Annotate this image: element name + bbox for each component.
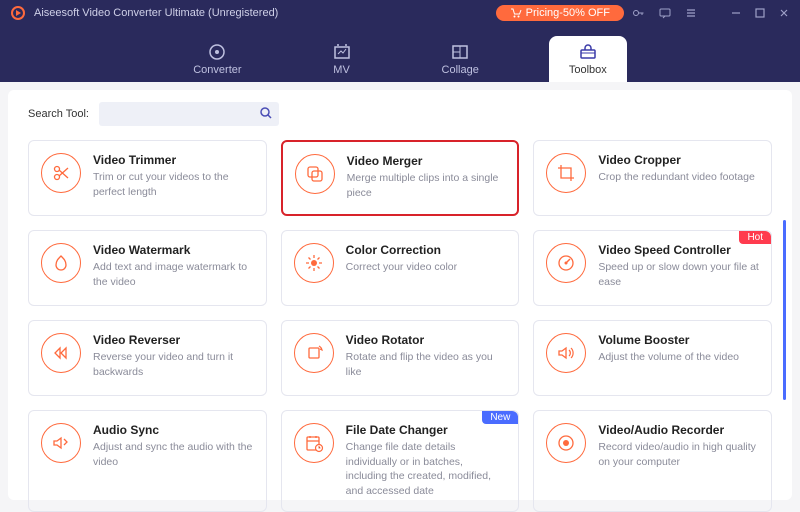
search-row: Search Tool: <box>28 102 772 126</box>
tab-collage[interactable]: Collage <box>422 36 499 82</box>
card-desc: Rotate and flip the video as you like <box>346 350 507 379</box>
card-body: Video Rotator Rotate and flip the video a… <box>346 333 507 383</box>
speed-icon <box>546 243 586 283</box>
tool-card-color[interactable]: Color Correction Correct your video color <box>281 230 520 306</box>
tab-label: Converter <box>193 64 241 76</box>
card-desc: Reverse your video and turn it backwards <box>93 350 254 379</box>
rotate-icon <box>294 333 334 373</box>
search-box <box>99 102 279 126</box>
tools-grid: Video Trimmer Trim or cut your videos to … <box>28 140 772 512</box>
search-input[interactable] <box>99 102 279 126</box>
card-body: Video Watermark Add text and image waterm… <box>93 243 254 293</box>
maximize-icon[interactable] <box>754 7 766 19</box>
card-body: Video Trimmer Trim or cut your videos to … <box>93 153 254 203</box>
pricing-label: Pricing-50% OFF <box>526 7 610 19</box>
search-icon[interactable] <box>259 106 273 125</box>
tool-card-watermark[interactable]: Video Watermark Add text and image waterm… <box>28 230 267 306</box>
merge-icon <box>295 154 335 194</box>
card-body: File Date Changer Change file date detail… <box>346 423 507 499</box>
app-title: Aiseesoft Video Converter Ultimate (Unre… <box>34 7 496 19</box>
window-controls <box>632 6 790 20</box>
card-desc: Correct your video color <box>346 260 507 275</box>
reverse-icon <box>41 333 81 373</box>
card-title: Color Correction <box>346 243 507 257</box>
card-body: Audio Sync Adjust and sync the audio with… <box>93 423 254 499</box>
card-desc: Adjust the volume of the video <box>598 350 759 365</box>
titlebar: Aiseesoft Video Converter Ultimate (Unre… <box>0 0 800 26</box>
card-desc: Adjust and sync the audio with the video <box>93 440 254 469</box>
menu-icon[interactable] <box>684 6 698 20</box>
badge-new: New <box>482 411 518 424</box>
scrollbar[interactable] <box>783 220 786 400</box>
sync-icon <box>41 423 81 463</box>
card-body: Video/Audio Recorder Record video/audio i… <box>598 423 759 499</box>
card-body: Video Speed Controller Speed up or slow d… <box>598 243 759 293</box>
card-title: Video Reverser <box>93 333 254 347</box>
card-desc: Crop the redundant video footage <box>598 170 759 185</box>
feedback-icon[interactable] <box>658 6 672 20</box>
card-desc: Merge multiple clips into a single piece <box>347 171 506 200</box>
card-title: File Date Changer <box>346 423 507 437</box>
card-body: Video Cropper Crop the redundant video fo… <box>598 153 759 203</box>
tool-card-scissors[interactable]: Video Trimmer Trim or cut your videos to … <box>28 140 267 216</box>
card-body: Color Correction Correct your video color <box>346 243 507 293</box>
card-body: Video Reverser Reverse your video and tur… <box>93 333 254 383</box>
converter-icon <box>207 42 227 62</box>
card-title: Video Rotator <box>346 333 507 347</box>
card-desc: Speed up or slow down your file at ease <box>598 260 759 289</box>
card-title: Video/Audio Recorder <box>598 423 759 437</box>
app-logo-icon <box>10 5 26 21</box>
card-desc: Record video/audio in high quality on yo… <box>598 440 759 469</box>
tool-card-merge[interactable]: Video Merger Merge multiple clips into a … <box>281 140 520 216</box>
volume-icon <box>546 333 586 373</box>
tool-card-reverse[interactable]: Video Reverser Reverse your video and tur… <box>28 320 267 396</box>
mv-icon <box>332 42 352 62</box>
tab-label: MV <box>333 64 350 76</box>
tab-mv[interactable]: MV <box>312 36 372 82</box>
tab-converter[interactable]: Converter <box>173 36 261 82</box>
card-desc: Change file date details individually or… <box>346 440 507 499</box>
card-title: Video Cropper <box>598 153 759 167</box>
collage-icon <box>450 42 470 62</box>
card-title: Volume Booster <box>598 333 759 347</box>
card-title: Video Merger <box>347 154 506 168</box>
pricing-button[interactable]: Pricing-50% OFF <box>496 5 624 21</box>
tab-toolbox[interactable]: Toolbox <box>549 36 627 82</box>
card-title: Audio Sync <box>93 423 254 437</box>
cart-icon <box>510 8 522 18</box>
scissors-icon <box>41 153 81 193</box>
tab-label: Toolbox <box>569 64 607 76</box>
navbar: Converter MV Collage Toolbox <box>0 26 800 82</box>
tool-card-rotate[interactable]: Video Rotator Rotate and flip the video a… <box>281 320 520 396</box>
toolbox-icon <box>578 42 598 62</box>
date-icon <box>294 423 334 463</box>
tool-card-speed[interactable]: Video Speed Controller Speed up or slow d… <box>533 230 772 306</box>
tool-card-sync[interactable]: Audio Sync Adjust and sync the audio with… <box>28 410 267 512</box>
search-label: Search Tool: <box>28 108 89 120</box>
badge-hot: Hot <box>739 231 771 244</box>
content-area: Search Tool: Video Trimmer Trim or cut yo… <box>8 90 792 500</box>
tool-card-volume[interactable]: Volume Booster Adjust the volume of the v… <box>533 320 772 396</box>
card-title: Video Watermark <box>93 243 254 257</box>
card-title: Video Trimmer <box>93 153 254 167</box>
card-body: Volume Booster Adjust the volume of the v… <box>598 333 759 383</box>
tool-card-record[interactable]: Video/Audio Recorder Record video/audio i… <box>533 410 772 512</box>
tab-label: Collage <box>442 64 479 76</box>
card-body: Video Merger Merge multiple clips into a … <box>347 154 506 202</box>
crop-icon <box>546 153 586 193</box>
tool-card-date[interactable]: File Date Changer Change file date detail… <box>281 410 520 512</box>
color-icon <box>294 243 334 283</box>
close-icon[interactable] <box>778 7 790 19</box>
card-desc: Trim or cut your videos to the perfect l… <box>93 170 254 199</box>
tool-card-crop[interactable]: Video Cropper Crop the redundant video fo… <box>533 140 772 216</box>
card-desc: Add text and image watermark to the vide… <box>93 260 254 289</box>
key-icon[interactable] <box>632 6 646 20</box>
record-icon <box>546 423 586 463</box>
minimize-icon[interactable] <box>730 7 742 19</box>
card-title: Video Speed Controller <box>598 243 759 257</box>
watermark-icon <box>41 243 81 283</box>
